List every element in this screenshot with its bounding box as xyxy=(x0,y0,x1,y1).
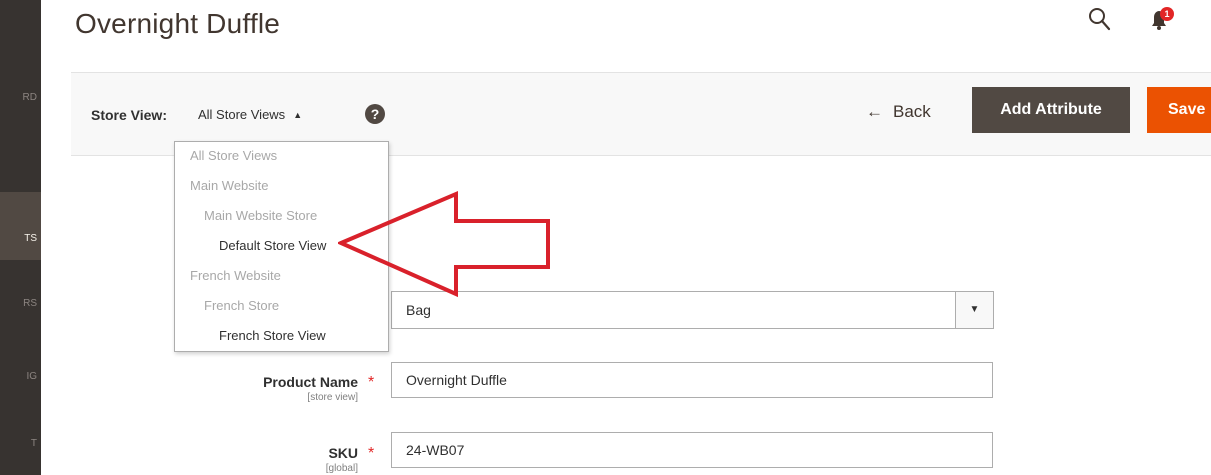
product-name-label: Product Name xyxy=(263,374,358,390)
product-name-input[interactable] xyxy=(391,362,993,398)
annotation-arrow xyxy=(338,190,550,298)
back-label: Back xyxy=(893,102,931,121)
store-view-label: Store View: xyxy=(91,107,167,123)
sidebar-item-content[interactable]: T xyxy=(0,438,41,458)
save-button[interactable]: Save xyxy=(1147,87,1211,133)
sku-scope: [global] xyxy=(325,463,358,474)
page-title: Overnight Duffle xyxy=(75,8,281,39)
product-name-scope: [store view] xyxy=(307,392,358,403)
notification-badge: 1 xyxy=(1160,7,1174,21)
sidebar-item-marketing[interactable]: IG xyxy=(0,371,41,391)
sidebar-item-dashboard[interactable]: RD xyxy=(0,92,41,112)
caret-up-icon: ▲ xyxy=(293,110,303,120)
store-view-option: All Store Views xyxy=(190,148,278,163)
required-indicator: * xyxy=(368,374,375,391)
required-indicator: * xyxy=(368,445,375,462)
help-icon[interactable]: ? xyxy=(365,104,385,124)
admin-sidebar: RD TS RS IG T xyxy=(0,0,41,475)
sku-input[interactable] xyxy=(391,432,993,468)
attribute-set-value: Bag xyxy=(406,302,431,318)
back-button[interactable]: ← Back xyxy=(866,102,931,122)
sidebar-item-customers[interactable]: RS xyxy=(0,298,41,318)
search-icon[interactable] xyxy=(1088,6,1112,32)
store-view-switcher[interactable]: All Store Views ▲ xyxy=(198,107,302,122)
store-view-current: All Store Views xyxy=(198,107,286,122)
store-view-option-french[interactable]: French Store View xyxy=(175,328,388,343)
store-view-option: French Store xyxy=(204,298,280,313)
sku-label: SKU xyxy=(328,445,358,461)
chevron-down-icon[interactable]: ▼ xyxy=(955,292,993,328)
sidebar-item-products[interactable]: TS xyxy=(0,192,41,260)
add-attribute-button[interactable]: Add Attribute xyxy=(972,87,1130,133)
arrow-left-icon: ← xyxy=(866,102,883,121)
